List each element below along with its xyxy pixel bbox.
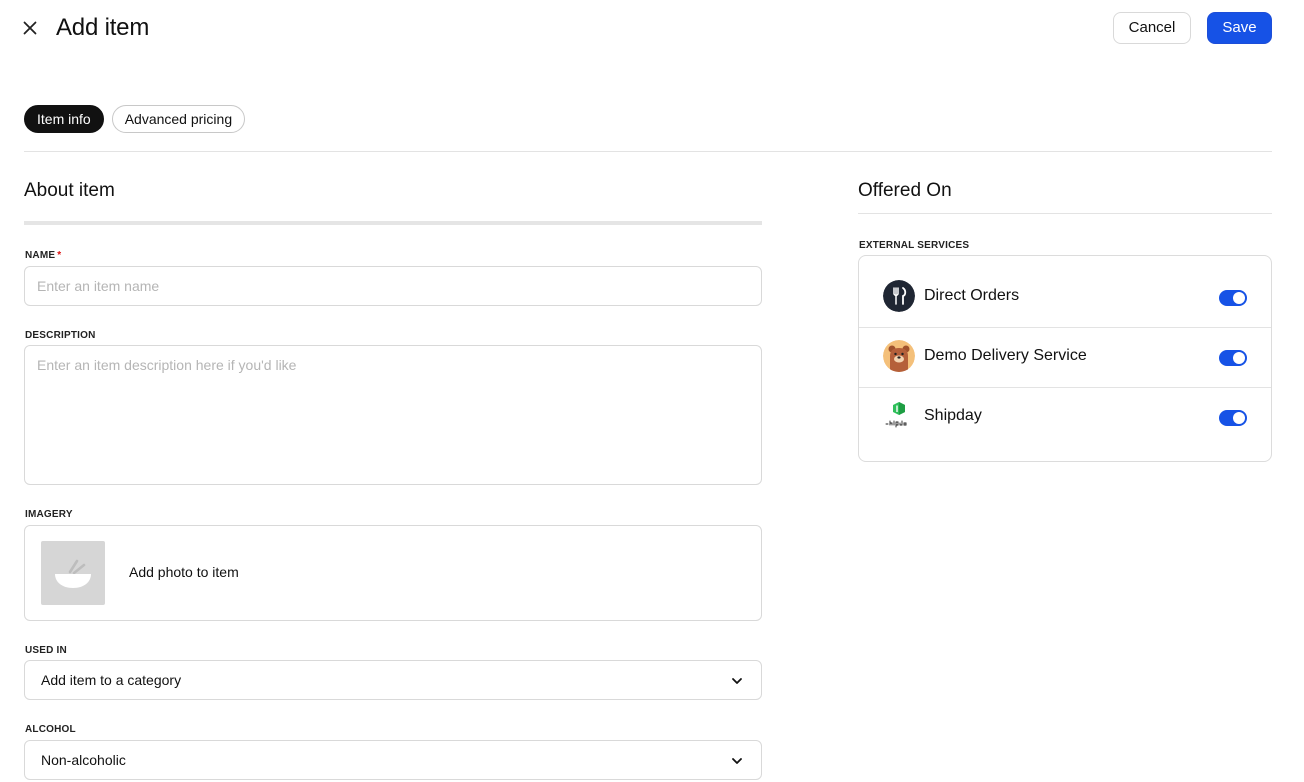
alcohol-select[interactable]: Non-alcoholic (24, 740, 762, 780)
tab-advanced-pricing[interactable]: Advanced pricing (111, 105, 246, 133)
alcohol-select-value: Non-alcoholic (41, 752, 126, 768)
service-name: Demo Delivery Service (924, 347, 1087, 364)
external-services-list: Direct Orders Demo Delivery Service Ship… (858, 255, 1272, 462)
chevron-down-icon (729, 673, 745, 689)
external-services-label: EXTERNAL SERVICES (859, 240, 970, 251)
service-name: Shipday (924, 407, 982, 424)
alcohol-label: ALCOHOL (25, 724, 76, 735)
cancel-button[interactable]: Cancel (1113, 12, 1191, 44)
name-label: NAME * (25, 250, 61, 261)
page-header: Add item Cancel Save (0, 0, 1304, 56)
bear-avatar-icon (883, 340, 915, 372)
page-title: Add item (56, 14, 150, 41)
offered-on-divider (858, 213, 1272, 214)
about-item-title: About item (24, 180, 115, 201)
tabs-divider (24, 151, 1272, 152)
name-label-text: NAME (25, 250, 56, 261)
shipday-toggle[interactable] (1219, 410, 1247, 426)
description-label: DESCRIPTION (25, 330, 96, 341)
offered-on-title: Offered On (858, 180, 952, 201)
tab-item-info[interactable]: Item info (24, 105, 104, 133)
service-row-direct-orders: Direct Orders (859, 268, 1271, 328)
photo-placeholder (41, 541, 105, 605)
save-button[interactable]: Save (1207, 12, 1272, 44)
demo-delivery-toggle[interactable] (1219, 350, 1247, 366)
service-row-demo-delivery: Demo Delivery Service (859, 328, 1271, 388)
add-photo-area[interactable]: Add photo to item (24, 525, 762, 621)
service-name: Direct Orders (924, 287, 1020, 304)
required-mark: * (57, 250, 62, 261)
add-photo-label: Add photo to item (129, 564, 239, 580)
description-textarea[interactable] (24, 345, 762, 485)
imagery-label: IMAGERY (25, 509, 73, 520)
close-button[interactable] (18, 16, 42, 40)
name-input[interactable] (24, 266, 762, 306)
about-item-divider (24, 221, 762, 225)
tab-bar: Item info Advanced pricing (24, 105, 246, 133)
direct-orders-toggle[interactable] (1219, 290, 1247, 306)
close-icon (23, 21, 37, 35)
used-in-label: USED IN (25, 645, 67, 656)
chevron-down-icon (729, 753, 745, 769)
fork-knife-icon (883, 280, 915, 312)
service-row-shipday: Shipday (859, 388, 1271, 448)
bowl-chopsticks-icon (55, 559, 91, 588)
category-select-value: Add item to a category (41, 672, 182, 688)
shipday-logo (883, 400, 915, 432)
category-select[interactable]: Add item to a category (24, 660, 762, 700)
